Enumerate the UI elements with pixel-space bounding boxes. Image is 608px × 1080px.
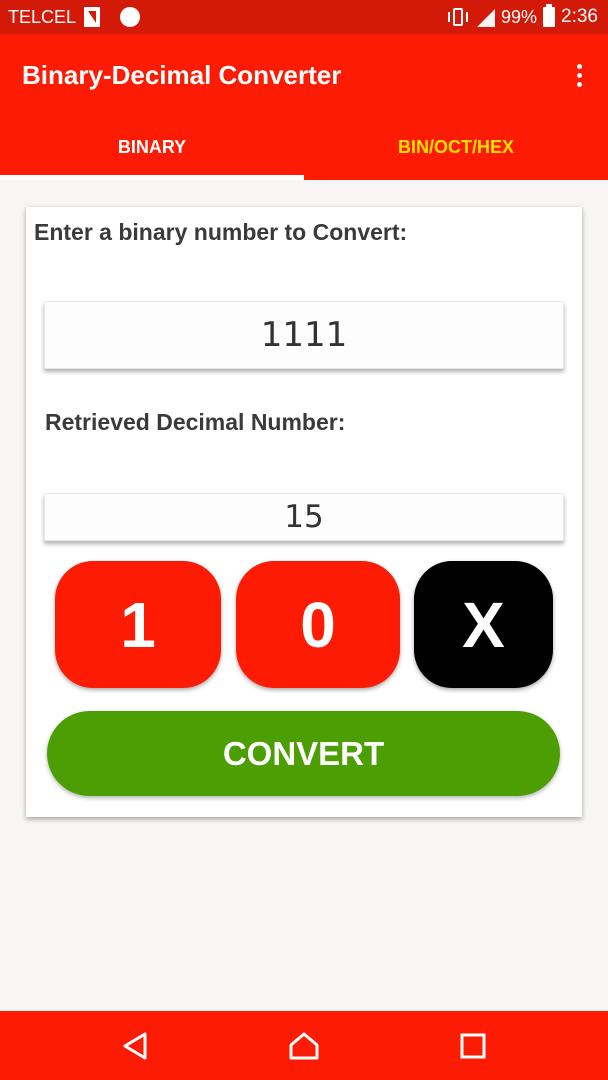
battery-percent: 99% (500, 6, 538, 27)
home-icon[interactable] (274, 1016, 334, 1076)
decimal-output-field: 15 (44, 493, 564, 541)
navigation-bar (0, 1011, 608, 1080)
output-label: Retrieved Decimal Number: (45, 409, 346, 435)
status-bar-left: TELCEL (8, 6, 141, 28)
tab-bar: BINARY BIN/OCT/HEX (0, 116, 608, 180)
carrier-label: TELCEL (8, 6, 77, 27)
notification-dot-icon (120, 7, 141, 27)
tab-binary[interactable]: BINARY (0, 116, 304, 180)
recents-icon[interactable] (443, 1016, 503, 1076)
status-bar-right: 99% 2:36 (447, 4, 598, 28)
input-label: Enter a binary number to Convert: (34, 219, 408, 245)
key-one-button[interactable]: 1 (55, 561, 221, 688)
converter-card: Enter a binary number to Convert: 1111 R… (26, 207, 582, 817)
sim-icon (84, 7, 101, 27)
app-bar: Binary-Decimal Converter (0, 34, 608, 116)
key-zero-button[interactable]: 0 (236, 561, 400, 688)
convert-button[interactable]: CONVERT (47, 711, 560, 796)
back-icon[interactable] (105, 1016, 165, 1076)
clear-button[interactable]: X (414, 561, 553, 688)
binary-input-field[interactable]: 1111 (44, 301, 564, 369)
signal-icon (475, 7, 495, 27)
overflow-menu-icon[interactable] (573, 56, 586, 95)
tab-bin-oct-hex[interactable]: BIN/OCT/HEX (304, 116, 608, 180)
battery-icon (543, 4, 556, 27)
vibrate-icon (447, 7, 469, 27)
app-title: Binary-Decimal Converter (22, 59, 342, 90)
status-bar: TELCEL 99% 2:36 (0, 0, 608, 34)
clock: 2:36 (561, 6, 598, 27)
